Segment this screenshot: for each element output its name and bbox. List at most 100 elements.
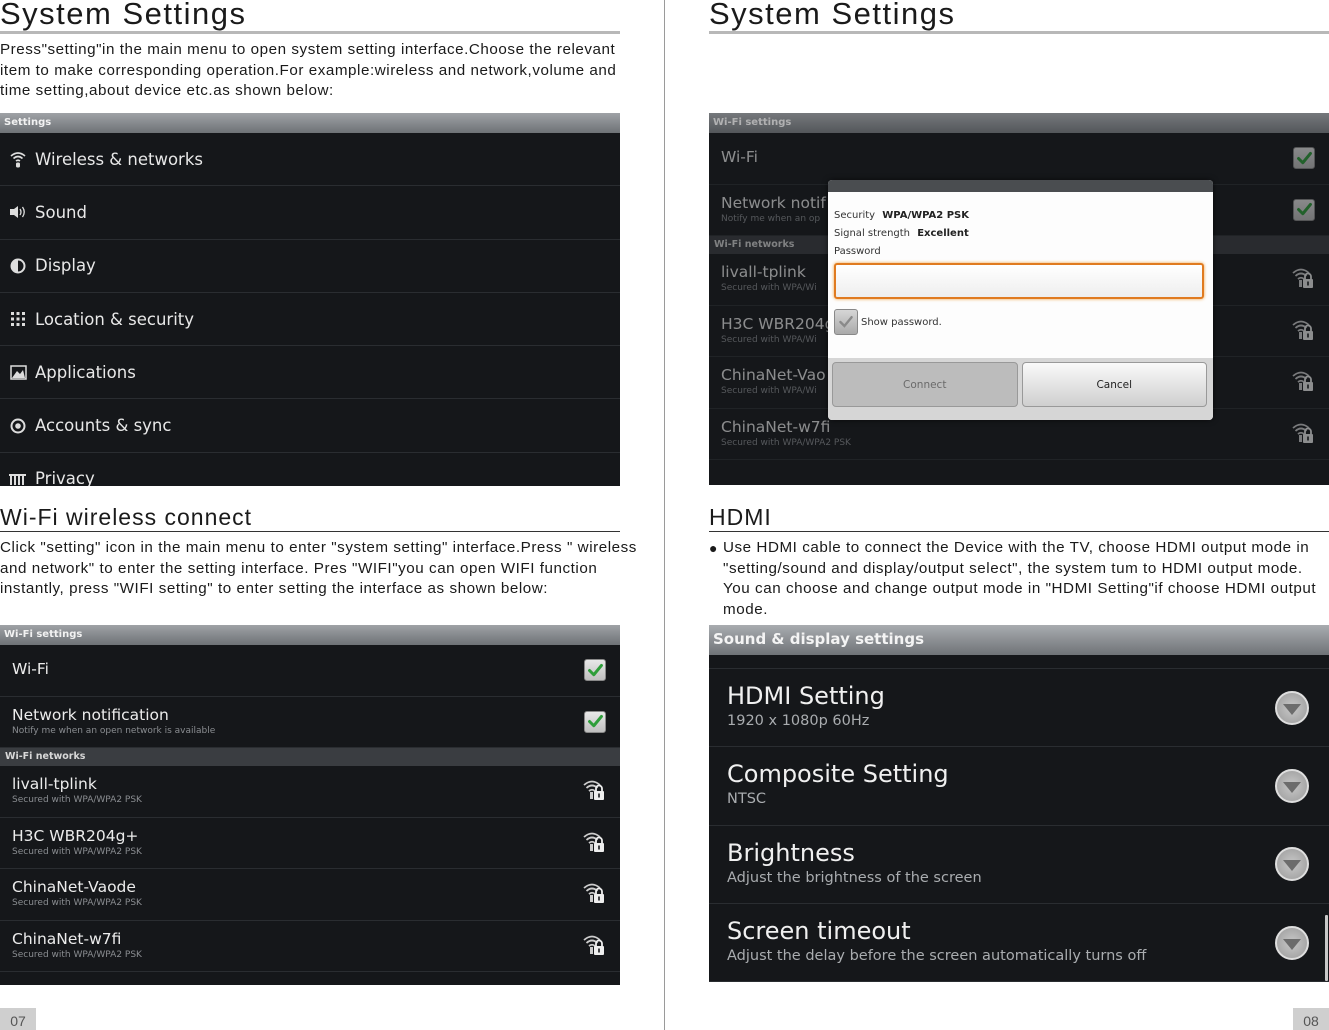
wifi-section-heading: Wi-Fi wireless connect xyxy=(0,504,253,530)
signal-label: Signal strength xyxy=(834,228,911,239)
wifi-network-item[interactable]: livall-tplink Secured with WPA/WPA2 PSK xyxy=(0,766,620,818)
checkmark-icon xyxy=(587,715,603,728)
bullet-icon: ● xyxy=(709,540,719,556)
sound-display-item[interactable]: Screen timeout Adjust the delay before th… xyxy=(709,904,1329,982)
display-icon xyxy=(8,258,28,274)
item-title: Screen timeout xyxy=(727,916,911,945)
wifi-settings-screenshot: Wi-Fi settings Wi-Fi Network notificatio… xyxy=(0,625,620,985)
settings-item[interactable]: Display xyxy=(0,240,620,293)
dropdown-arrow-icon[interactable] xyxy=(1275,690,1309,725)
sound-display-list: HDMI Setting 1920 x 1080p 60Hz Composite S… xyxy=(709,669,1329,982)
security-line: Security WPA/WPA2 PSK xyxy=(834,207,1207,225)
item-title: HDMI Setting xyxy=(727,682,885,710)
sound-display-item[interactable]: HDMI Setting 1920 x 1080p 60Hz xyxy=(709,669,1329,748)
wifi-checkbox[interactable] xyxy=(1293,147,1315,170)
item-summary: Adjust the brightness of the screen xyxy=(727,869,982,886)
wifi-password-dialog: Security WPA/WPA2 PSK Signal strength Ex… xyxy=(828,180,1213,420)
wifi-settings-header: Wi-Fi settings xyxy=(0,625,620,645)
cancel-button[interactable]: Cancel xyxy=(1021,362,1207,407)
network-notification-checkbox[interactable] xyxy=(1293,198,1315,221)
dropdown-arrow-icon[interactable] xyxy=(1275,847,1309,882)
page-title: System Settings xyxy=(709,0,956,31)
settings-item-label: Wireless & networks xyxy=(35,149,203,169)
wifi-network-item[interactable]: ChinaNet-w7fi Secured with WPA/WPA2 PSK xyxy=(0,921,620,972)
network-security: Secured with WPA/WPA2 PSK xyxy=(721,437,851,448)
settings-list: Wireless & networks Sound Display Location … xyxy=(0,133,620,486)
wifi-icon xyxy=(8,150,28,168)
wifi-lock-icon xyxy=(1291,265,1315,293)
settings-screenshot: Settings Wireless & networks Sound Display… xyxy=(0,113,620,486)
dialog-button-bar: Connect Cancel xyxy=(828,358,1213,420)
network-security: Secured with WPA/WPA2 PSK xyxy=(12,898,142,908)
password-input[interactable] xyxy=(834,263,1204,299)
page-title: System Settings xyxy=(0,0,247,31)
settings-item-label: Accounts & sync xyxy=(35,416,172,436)
network-name: H3C WBR204g+ xyxy=(12,826,139,845)
settings-header: Settings xyxy=(0,113,620,133)
wifi-network-item[interactable]: H3C WBR204g+ Secured with WPA/WPA2 PSK xyxy=(0,818,620,869)
network-notification-checkbox[interactable] xyxy=(584,710,606,733)
wifi-toggle-row[interactable]: Wi-Fi xyxy=(709,133,1329,185)
network-notification-label: Network notification xyxy=(12,705,169,724)
wifi-networks-header: Wi-Fi networks xyxy=(0,748,620,766)
network-name: livall-tplink xyxy=(12,775,97,793)
wifi-network-list: livall-tplink Secured with WPA/WPA2 PSK H3… xyxy=(0,766,620,972)
wifi-lock-icon xyxy=(582,880,606,908)
settings-item[interactable]: Applications xyxy=(0,346,620,400)
hdmi-section-rule xyxy=(709,531,1329,532)
wifi-toggle-label: Wi-Fi xyxy=(12,660,49,678)
sync-icon xyxy=(8,418,28,434)
settings-item[interactable]: Wireless & networks xyxy=(0,133,620,187)
sound-display-item[interactable]: Composite Setting NTSC xyxy=(709,747,1329,826)
network-name: ChinaNet-w7fi xyxy=(721,417,831,436)
security-label: Security xyxy=(834,210,876,221)
applications-icon xyxy=(8,365,28,380)
sound-display-item[interactable]: Brightness Adjust the brightness of the s… xyxy=(709,826,1329,904)
settings-item-label: Sound xyxy=(35,202,87,222)
sound-display-screenshot: Sound & display settings HDMI Setting 192… xyxy=(709,625,1329,982)
title-rule xyxy=(709,31,1329,34)
item-title: Brightness xyxy=(727,838,855,867)
hdmi-section-body: Use HDMI cable to connect the Device wit… xyxy=(723,539,1317,618)
dropdown-arrow-icon[interactable] xyxy=(1275,925,1309,960)
show-password-row[interactable]: Show password. xyxy=(834,309,1207,335)
show-password-checkbox[interactable] xyxy=(834,309,858,335)
wifi-network-item[interactable]: ChinaNet-Vaode Secured with WPA/WPA2 PSK xyxy=(0,869,620,921)
wifi-lock-icon xyxy=(1291,317,1315,345)
sound-display-header: Sound & display settings xyxy=(709,625,1329,655)
wifi-lock-icon xyxy=(1291,420,1315,448)
page-number: 07 xyxy=(0,1008,36,1030)
wifi-toggle-label: Wi-Fi xyxy=(721,148,758,166)
settings-item-label: Privacy xyxy=(35,469,95,486)
checkmark-icon xyxy=(839,316,853,328)
connect-button[interactable]: Connect xyxy=(832,362,1018,407)
network-notification-sublabel: Notify me when an open network is availa… xyxy=(12,725,216,736)
scrollbar[interactable] xyxy=(1325,915,1328,981)
settings-item[interactable]: Accounts & sync xyxy=(0,399,620,453)
wifi-toggle-row[interactable]: Wi-Fi xyxy=(0,645,620,697)
signal-line: Signal strength Excellent xyxy=(834,225,1207,243)
settings-item[interactable]: Sound xyxy=(0,186,620,240)
settings-item-label: Applications xyxy=(35,362,136,382)
wifi-lock-icon xyxy=(582,829,606,857)
hdmi-section-heading: HDMI xyxy=(709,504,772,530)
network-security: Secured with WPA/WPA2 PSK xyxy=(12,846,142,857)
settings-item-label: Display xyxy=(35,256,96,276)
left-page: System Settings Press"setting"in the mai… xyxy=(0,0,664,1030)
checkmark-icon xyxy=(1296,151,1312,164)
dropdown-arrow-icon[interactable] xyxy=(1275,768,1309,803)
wifi-section-rule xyxy=(0,531,620,532)
security-value: WPA/WPA2 PSK xyxy=(882,210,969,221)
wifi-section-body: Click "setting" icon in the main menu to… xyxy=(0,539,637,597)
network-notification-row[interactable]: Network notification Notify me when an o… xyxy=(0,697,620,748)
right-page: System Settings Wi-Fi settings Wi-Fi Net… xyxy=(665,0,1329,1030)
settings-item[interactable]: Privacy xyxy=(0,453,620,486)
network-name: ChinaNet-Vaode xyxy=(12,878,136,896)
settings-item-label: Location & security xyxy=(35,309,195,329)
settings-item[interactable]: Location & security xyxy=(0,293,620,347)
wifi-checkbox[interactable] xyxy=(584,659,606,682)
intro-paragraph: Press"setting"in the main menu to open s… xyxy=(0,41,617,99)
signal-value: Excellent xyxy=(917,228,969,239)
network-security: Secured with WPA/WPA2 PSK xyxy=(12,949,142,960)
dialog-title-bar xyxy=(828,180,1213,192)
